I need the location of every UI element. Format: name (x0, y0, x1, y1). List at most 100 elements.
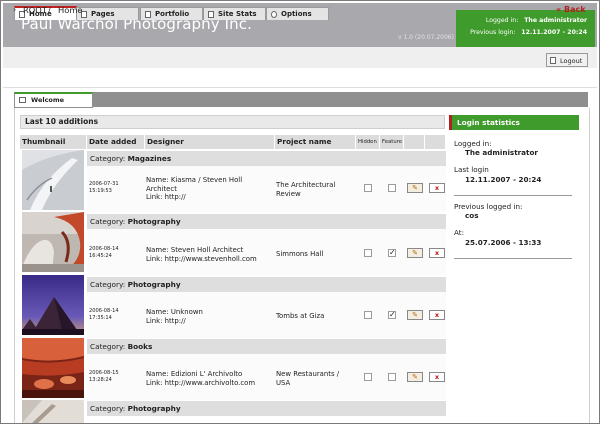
delete-button[interactable]: x (429, 183, 445, 193)
back-label: Back (563, 5, 586, 14)
designer-name-cont: Architect (146, 184, 177, 193)
thumbnail-image[interactable] (22, 150, 84, 210)
feature-checkbox[interactable] (388, 184, 396, 192)
edit-button[interactable]: ✎ (407, 372, 423, 382)
category-value: Books (127, 342, 153, 351)
tab-portfolio[interactable]: Portfolio (140, 7, 203, 20)
stat-divider (454, 195, 572, 196)
checkmark-icon: ✓ (389, 248, 396, 257)
hidden-checkbox[interactable] (364, 311, 372, 319)
tab-site-stats[interactable]: Site Stats (203, 7, 266, 20)
logout-button[interactable]: Logout (546, 53, 588, 67)
page-icon (208, 11, 214, 18)
login-statistics-header: Login statistics (449, 115, 579, 130)
feature-checkbox[interactable]: ✓ (388, 249, 396, 257)
delete-button[interactable]: x (429, 310, 445, 320)
pencil-icon: ✎ (412, 311, 418, 319)
door-icon (550, 57, 556, 64)
category-row: Category: Photography (87, 277, 356, 292)
date-cell: 2006-08-14 16:45:24 (89, 246, 119, 260)
category-value: Photography (127, 280, 181, 289)
designer-cell: Name: Edizioni L' Archivolto Link: http:… (146, 370, 255, 387)
tab-label: Portfolio (155, 10, 190, 18)
designer-link: Link: http://www.stevenholl.com (146, 254, 257, 263)
column-header-hidden: Hidden (356, 135, 380, 149)
project-name-cont: USA (276, 378, 291, 387)
stat-at-label: At: (454, 228, 465, 237)
delete-x-icon: x (434, 311, 440, 319)
feature-checkbox[interactable]: ✓ (388, 311, 396, 319)
logged-in-line: Logged in: The administrator (486, 17, 587, 24)
version-label: v 1.0 (20.07.2006) (398, 34, 454, 41)
category-row: Category: Magazines (87, 151, 356, 166)
delete-x-icon: x (434, 184, 440, 192)
category-row-fill (356, 277, 446, 292)
edit-button[interactable]: ✎ (407, 183, 423, 193)
category-label: Category: (90, 342, 126, 351)
stat-divider (454, 258, 572, 259)
architecture-photo (22, 400, 84, 423)
main-tab-bar (3, 47, 597, 69)
checkmark-icon: ✓ (389, 310, 396, 319)
restaurant-photo (22, 338, 84, 398)
column-header-edit (404, 135, 425, 149)
hidden-checkbox[interactable] (364, 373, 372, 381)
category-value: Photography (127, 217, 181, 226)
stat-logged-in-value: The administrator (465, 148, 538, 157)
stat-last-login-value: 12.11.2007 - 20:24 (465, 175, 542, 184)
edit-button[interactable]: ✎ (407, 248, 423, 258)
app-window: Paul Warchol Photography Inc. v 1.0 (20.… (0, 0, 600, 424)
logged-in-value: The administrator (524, 17, 587, 24)
designer-name: Name: Unknown (146, 308, 203, 316)
date-value: 2006-08-15 (89, 370, 119, 376)
breadcrumb-separator: / (48, 5, 51, 15)
date-cell: 2006-08-14 17:35:14 (89, 308, 119, 322)
column-header-thumbnail: Thumbnail (20, 135, 87, 149)
date-value: 2006-08-14 (89, 308, 119, 314)
tab-label: Options (281, 10, 312, 18)
feature-checkbox[interactable] (388, 373, 396, 381)
designer-cell: Name: Unknown Link: http:// (146, 308, 203, 325)
tab-pages[interactable]: Pages (76, 7, 139, 20)
category-row-fill (356, 401, 446, 416)
column-header-delete (425, 135, 446, 149)
login-info-box: Logged in: The administrator Previous lo… (456, 10, 595, 47)
tab-options[interactable]: Options (266, 7, 329, 20)
designer-cell: Name: Steven Holl Architect Link: http:/… (146, 246, 257, 263)
designer-link: Link: http://www.archivolto.com (146, 378, 256, 387)
stat-logged-in-label: Logged in: (454, 139, 492, 148)
designer-cell: Name: Kiasma / Steven Holl Architect Lin… (146, 176, 242, 202)
designer-name: Name: Kiasma / Steven Holl (146, 176, 243, 184)
thumbnail-image[interactable] (22, 275, 84, 335)
thumbnail-image[interactable] (22, 400, 84, 423)
column-header-feature: Feature (380, 135, 404, 149)
breadcrumb-root[interactable]: ROOT (23, 5, 47, 15)
back-link[interactable]: « Back (556, 5, 586, 14)
date-cell: 2006-08-15 13:28:24 (89, 370, 119, 384)
stat-at-value: 25.07.2006 - 13:33 (465, 238, 542, 247)
category-value: Photography (127, 404, 181, 413)
designer-name: Name: Steven Holl Architect (146, 246, 244, 254)
category-row: Category: Photography (87, 214, 356, 229)
hidden-checkbox[interactable] (364, 249, 372, 257)
hidden-checkbox[interactable] (364, 184, 372, 192)
page-icon (145, 11, 151, 18)
thumbnail-image[interactable] (22, 338, 84, 398)
pencil-icon: ✎ (412, 373, 418, 381)
category-label: Category: (90, 217, 126, 226)
date-value: 2006-07-31 (89, 181, 119, 187)
pencil-icon: ✎ (412, 184, 418, 192)
edit-button[interactable]: ✎ (407, 310, 423, 320)
project-name: Simmons Hall (276, 250, 324, 258)
category-row: Category: Photography (87, 401, 356, 416)
stat-previous-value: cos (465, 211, 479, 220)
thumbnail-image[interactable] (22, 212, 84, 272)
time-value: 15:19:53 (89, 188, 112, 194)
tab-label: Pages (91, 10, 115, 18)
double-chevron-left-icon: « (556, 5, 562, 14)
tab-welcome[interactable]: Welcome (14, 92, 93, 108)
delete-button[interactable]: x (429, 248, 445, 258)
category-value: Magazines (127, 154, 172, 163)
stat-previous-label: Previous logged in: (454, 202, 523, 211)
delete-button[interactable]: x (429, 372, 445, 382)
